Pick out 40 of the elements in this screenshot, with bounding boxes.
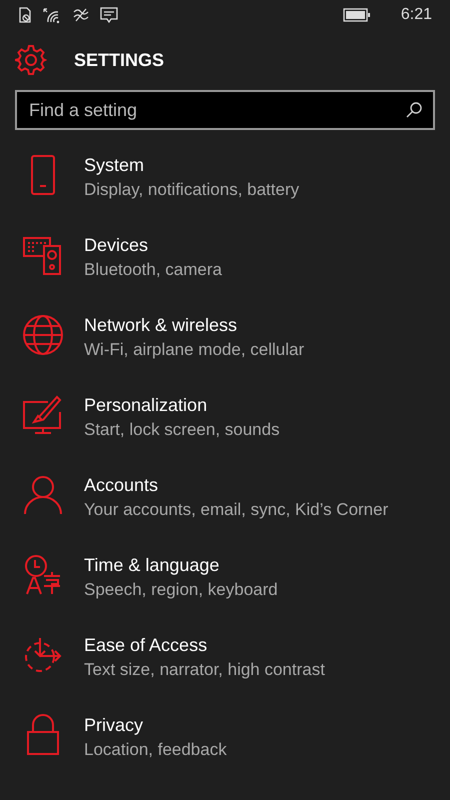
item-subtitle: Wi-Fi, airplane mode, cellular bbox=[84, 339, 304, 361]
person-icon bbox=[22, 474, 64, 516]
settings-item[interactable]: Time & language Speech, region, keyboard bbox=[0, 552, 450, 632]
item-title: Accounts bbox=[84, 474, 160, 497]
item-title: Personalization bbox=[84, 394, 208, 417]
item-subtitle: Text size, narrator, high contrast bbox=[84, 659, 325, 681]
no-sim-icon bbox=[18, 7, 32, 23]
item-title: Ease of Access bbox=[84, 634, 208, 657]
search-icon bbox=[405, 101, 423, 119]
item-subtitle: Bluetooth, camera bbox=[84, 259, 222, 281]
waves-icon bbox=[72, 7, 90, 23]
item-title: Time & language bbox=[84, 554, 220, 577]
item-subtitle: Location, feedback bbox=[84, 739, 227, 761]
phone-icon bbox=[30, 154, 56, 196]
search-field[interactable]: Find a setting bbox=[15, 90, 435, 130]
settings-item[interactable]: Privacy Location, feedback bbox=[0, 712, 450, 792]
message-icon bbox=[100, 6, 118, 24]
item-subtitle: Start, lock screen, sounds bbox=[84, 419, 280, 441]
item-title: Privacy bbox=[84, 714, 144, 737]
settings-item[interactable]: Network & wireless Wi-Fi, airplane mode, cellular bbox=[0, 312, 450, 392]
wifi-icon bbox=[42, 6, 62, 24]
item-subtitle: Your accounts, email, sync, Kid’s Corner bbox=[84, 499, 388, 521]
settings-item[interactable]: Personalization Start, lock screen, sounds bbox=[0, 392, 450, 472]
settings-item[interactable]: Accounts Your accounts, email, sync, Kid’s Corner bbox=[0, 472, 450, 552]
settings-item[interactable]: Devices Bluetooth, camera bbox=[0, 232, 450, 312]
item-title: Devices bbox=[84, 234, 150, 257]
item-title: Network & wireless bbox=[84, 314, 238, 337]
page-title: SETTINGS bbox=[74, 48, 164, 72]
globe-icon bbox=[22, 314, 64, 356]
item-subtitle: Display, notifications, battery bbox=[84, 179, 300, 201]
item-title: System bbox=[84, 154, 146, 177]
settings-icon bbox=[15, 44, 47, 76]
item-subtitle: Speech, region, keyboard bbox=[84, 579, 278, 601]
settings-item[interactable]: System Display, notifications, battery bbox=[0, 152, 450, 232]
clock-time: 6:21 bbox=[400, 5, 432, 25]
monitor-brush-icon bbox=[22, 394, 64, 436]
keyboard-speaker-icon bbox=[22, 234, 64, 276]
padlock-icon bbox=[26, 714, 60, 756]
battery-icon bbox=[342, 8, 371, 22]
settings-item[interactable]: Ease of Access Text size, narrator, high contrast bbox=[0, 632, 450, 712]
